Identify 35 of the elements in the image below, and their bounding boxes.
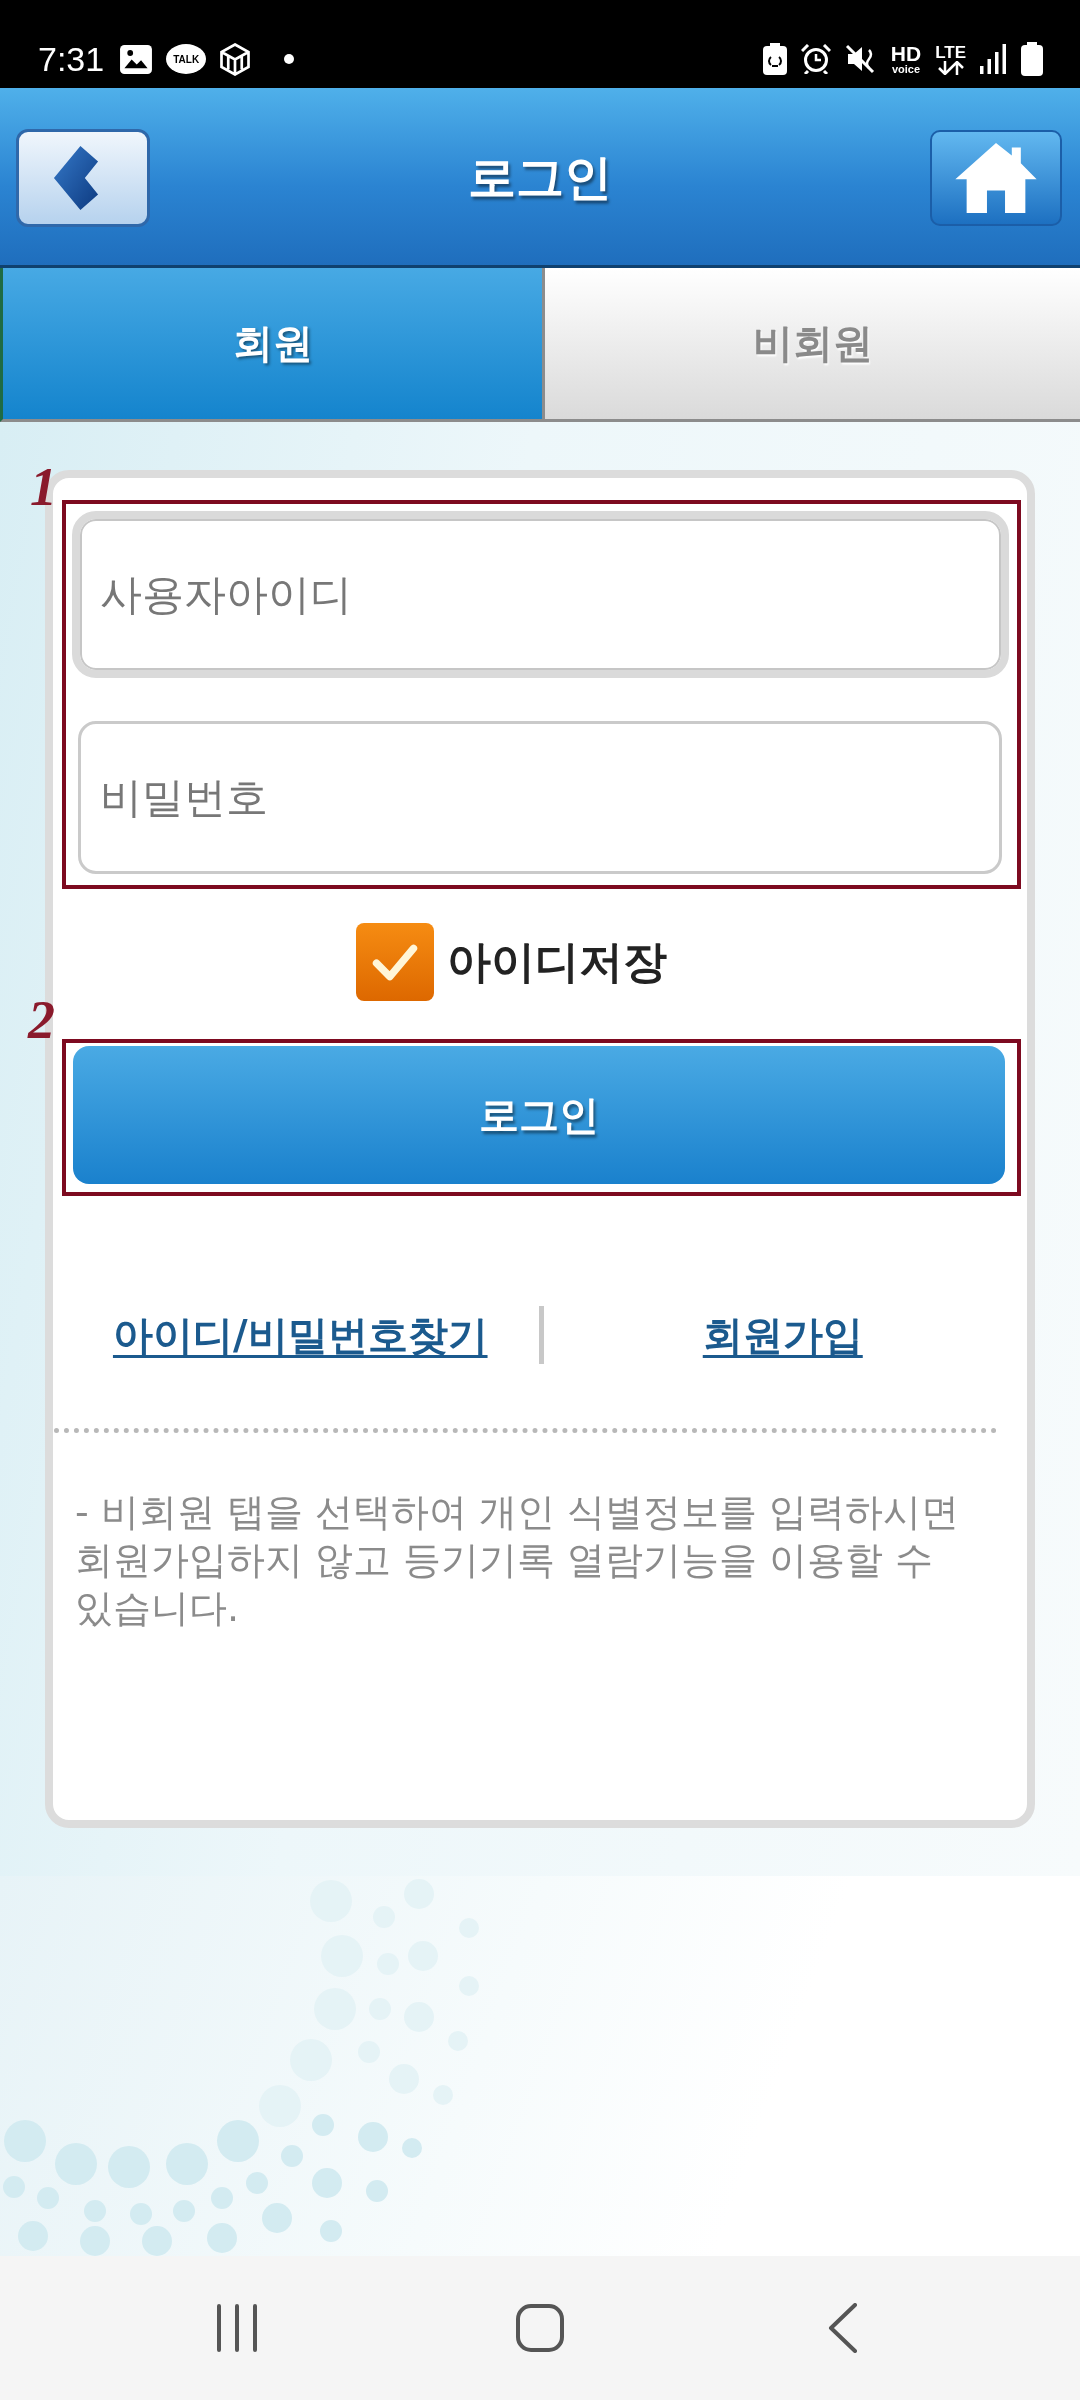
- cube-icon: [220, 42, 251, 76]
- alarm-icon: [800, 44, 831, 74]
- home-button[interactable]: [930, 129, 1062, 226]
- step-number: 2: [28, 993, 55, 1047]
- network-label: LTE: [935, 43, 966, 61]
- save-id-checkbox[interactable]: [356, 923, 434, 1001]
- battery-saver-icon: [762, 43, 787, 75]
- mute-icon: [844, 44, 877, 74]
- chevron-left-icon: [53, 145, 99, 210]
- sign-up-link[interactable]: 회원가입: [702, 1307, 863, 1363]
- house-icon: [955, 142, 1037, 213]
- status-time: 7:31: [38, 39, 105, 79]
- recent-apps-icon[interactable]: [214, 2304, 259, 2352]
- home-icon[interactable]: [515, 2304, 564, 2352]
- step-number: 1: [30, 460, 57, 514]
- login-button[interactable]: 로그인: [73, 1046, 1005, 1184]
- back-icon[interactable]: [827, 2303, 858, 2353]
- tab[interactable]: 회원: [0, 268, 542, 422]
- image-icon: [120, 44, 153, 74]
- find-id-password-link[interactable]: 아이디/비밀번호찾기: [112, 1307, 488, 1363]
- save-id-label: 아이디저장: [447, 934, 667, 989]
- back-button[interactable]: [16, 128, 150, 227]
- voice-label: voice: [891, 64, 921, 75]
- signal-icon: [980, 44, 1007, 74]
- talk-badge: TALK: [166, 44, 207, 74]
- tab[interactable]: 비회원: [542, 268, 1080, 422]
- hd-label: HD: [890, 43, 922, 64]
- checkmark-icon: [372, 943, 418, 981]
- user-id-field[interactable]: 사용자아이디: [72, 511, 1009, 678]
- password-field[interactable]: 비밀번호: [78, 721, 1002, 874]
- notice-text: - 비회원 탭을 선택하여 개인 식별정보를 입력하시면 회원가입하지 않고 등기기록 열람기능을 이용할 수 있습니다.: [74, 1489, 961, 1632]
- battery-icon: [1021, 42, 1043, 76]
- notification-dot-icon: [284, 54, 295, 64]
- page-title: 로그인: [468, 147, 612, 207]
- data-arrows-icon: [936, 60, 965, 75]
